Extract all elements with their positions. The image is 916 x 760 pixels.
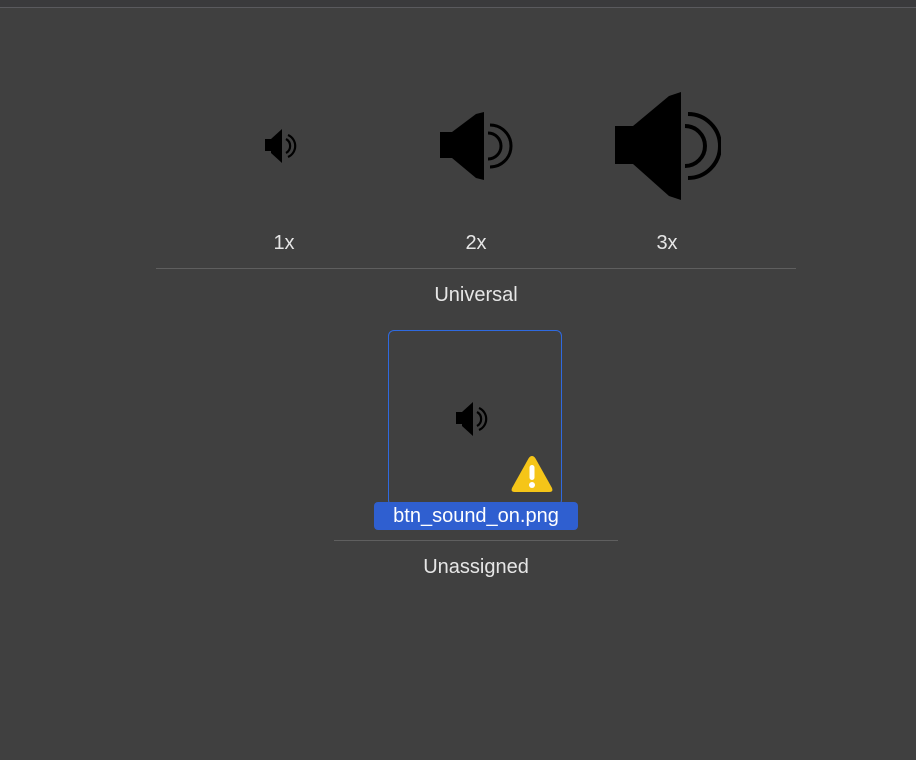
filename-label[interactable]: btn_sound_on.png xyxy=(374,502,578,530)
image-slot-1x[interactable] xyxy=(214,84,354,208)
warning-icon xyxy=(511,456,553,492)
window-top-edge xyxy=(0,0,916,8)
slot-label-2x: 2x xyxy=(465,232,487,254)
unassigned-divider xyxy=(334,540,618,541)
image-slot-3x[interactable] xyxy=(597,84,737,208)
speaker-icon xyxy=(456,402,488,436)
speaker-icon xyxy=(440,112,513,180)
image-slot-2x[interactable] xyxy=(406,84,546,208)
unassigned-group-label: Unassigned xyxy=(423,556,529,578)
speaker-icon xyxy=(265,129,297,163)
universal-divider xyxy=(156,268,796,269)
slot-label-3x: 3x xyxy=(656,232,678,254)
universal-group-label: Universal xyxy=(434,284,518,306)
slot-label-1x: 1x xyxy=(273,232,295,254)
unassigned-image-well[interactable] xyxy=(388,330,562,506)
speaker-icon xyxy=(615,92,721,200)
